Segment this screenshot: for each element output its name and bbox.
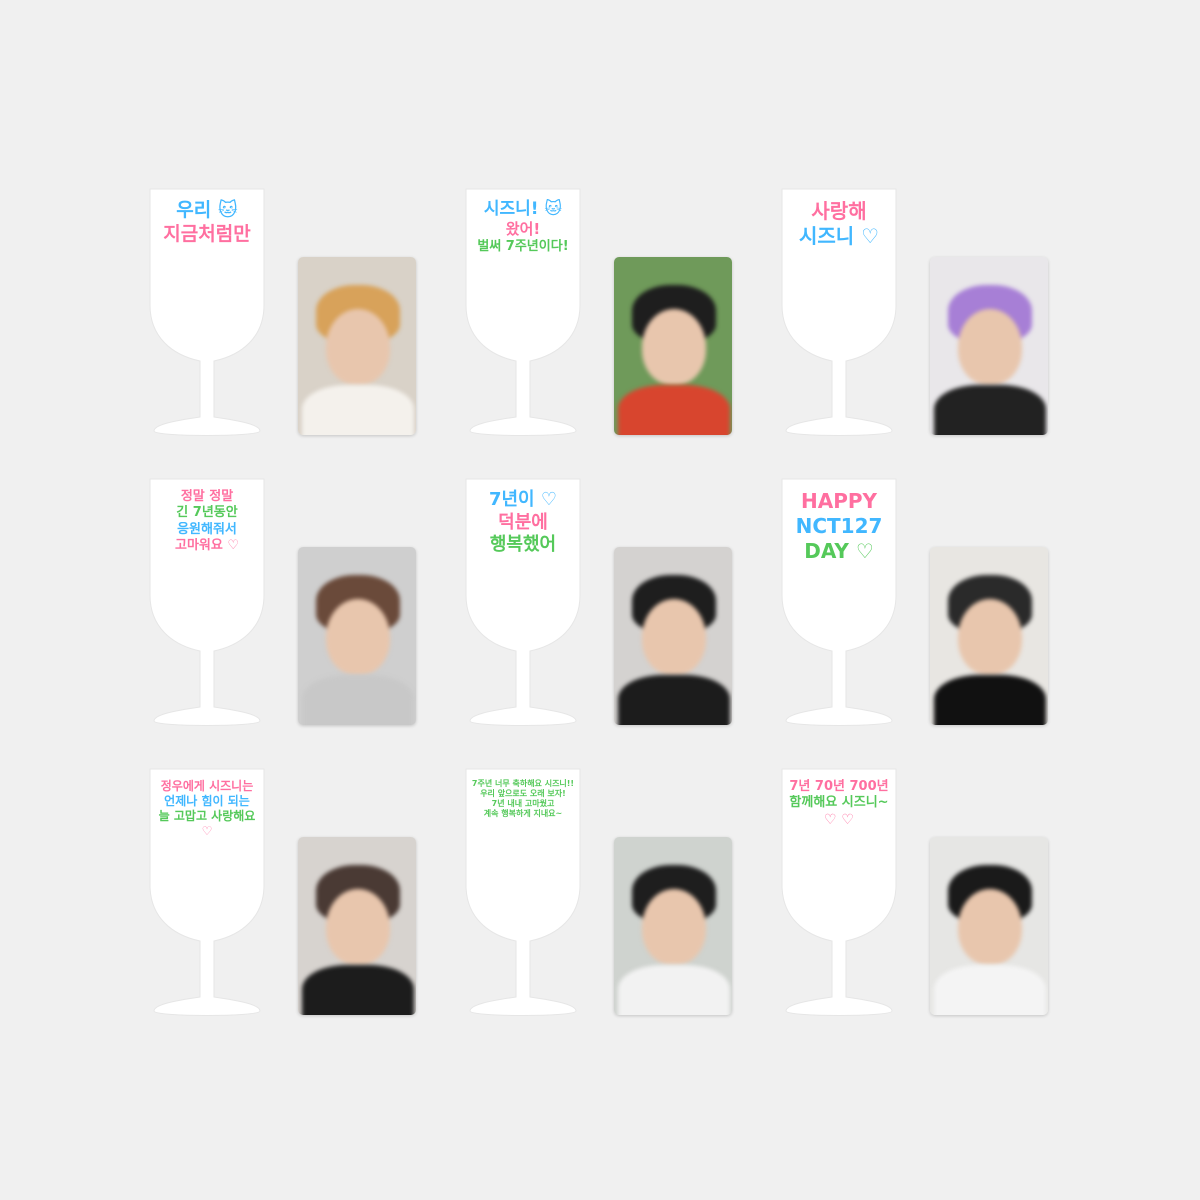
message-line: 우리 🐱 xyxy=(176,199,238,221)
glass-message: 사랑해 시즈니 ♡ xyxy=(778,199,900,249)
message-line: 왔어! xyxy=(505,220,541,239)
product-item-5[interactable]: 7년이 ♡ 덕분에 행복했어 xyxy=(458,475,798,735)
product-item-2[interactable]: 시즈니! 🐱 왔어! 벌써 7주년이다! xyxy=(458,185,798,445)
glass-message: 7년 70년 700년 함께해요 시즈니~ ♡ ♡ xyxy=(778,779,900,829)
product-item-9[interactable]: 7년 70년 700년 함께해요 시즈니~ ♡ ♡ xyxy=(774,765,1114,1025)
photocard[interactable] xyxy=(298,837,416,1015)
photocard[interactable] xyxy=(930,257,1048,435)
message-line: HAPPY xyxy=(800,489,877,513)
glass-message: 정말 정말 긴 7년동안 응원해줘서 고마워요 ♡ xyxy=(146,489,268,554)
message-line: 우리 앞으로도 오래 보자! xyxy=(480,789,566,798)
glass-message: 7주년 너무 축하해요 시즈니!! 우리 앞으로도 오래 보자! 7년 내내 고… xyxy=(462,779,584,819)
message-line: 응원해줘서 xyxy=(177,521,237,537)
message-line: 7년 내내 고마웠고 xyxy=(491,799,555,808)
message-line: 고마워요 ♡ xyxy=(174,537,240,553)
message-line: 함께해요 시즈니~ xyxy=(789,795,889,811)
message-line: 행복했어 xyxy=(489,534,557,555)
product-item-3[interactable]: 사랑해 시즈니 ♡ xyxy=(774,185,1114,445)
message-line: 시즈니 ♡ xyxy=(798,224,880,248)
photocard[interactable] xyxy=(930,547,1048,725)
photocard[interactable] xyxy=(298,547,416,725)
message-line: 정말 정말 xyxy=(180,489,234,504)
photocard[interactable] xyxy=(614,837,732,1015)
message-line: 정우에게 시즈니는 xyxy=(160,779,254,793)
wine-glass: 시즈니! 🐱 왔어! 벌써 7주년이다! xyxy=(458,185,588,445)
wine-glass: 정우에게 시즈니는 언제나 힘이 되는 늘 고맙고 사랑해요 ♡ xyxy=(142,765,272,1025)
wine-glass: 정말 정말 긴 7년동안 응원해줘서 고마워요 ♡ xyxy=(142,475,272,735)
message-line: 시즈니! 🐱 xyxy=(483,199,563,219)
glass-message: 우리 🐱 지금처럼만 xyxy=(146,199,268,247)
photocard[interactable] xyxy=(614,547,732,725)
wine-glass: 7년 70년 700년 함께해요 시즈니~ ♡ ♡ xyxy=(774,765,904,1025)
message-line: 늘 고맙고 사랑해요 xyxy=(158,809,256,823)
product-item-1[interactable]: 우리 🐱 지금처럼만 xyxy=(142,185,482,445)
message-line: 7주년 너무 축하해요 시즈니!! xyxy=(471,779,575,788)
message-line: NCT127 xyxy=(795,514,883,538)
product-item-7[interactable]: 정우에게 시즈니는 언제나 힘이 되는 늘 고맙고 사랑해요 ♡ xyxy=(142,765,482,1025)
glass-message: HAPPY NCT127 DAY ♡ xyxy=(778,489,900,564)
message-line: DAY ♡ xyxy=(804,539,874,563)
message-line: 언제나 힘이 되는 xyxy=(164,794,250,808)
wine-glass: 7주년 너무 축하해요 시즈니!! 우리 앞으로도 오래 보자! 7년 내내 고… xyxy=(458,765,588,1025)
message-line: ♡ xyxy=(201,824,213,838)
message-line: 덕분에 xyxy=(498,511,548,533)
message-line: 지금처럼만 xyxy=(163,222,251,245)
photocard[interactable] xyxy=(614,257,732,435)
photocard[interactable] xyxy=(298,257,416,435)
glass-message: 시즈니! 🐱 왔어! 벌써 7주년이다! xyxy=(462,199,584,255)
photocard[interactable] xyxy=(930,837,1048,1015)
wine-glass: HAPPY NCT127 DAY ♡ xyxy=(774,475,904,735)
message-line: 사랑해 xyxy=(811,199,867,223)
wine-glass: 사랑해 시즈니 ♡ xyxy=(774,185,904,445)
message-line: ♡ ♡ xyxy=(824,811,854,828)
message-line: 계속 행복하게 지내요~ xyxy=(483,809,563,818)
message-line: 긴 7년동안 xyxy=(176,505,238,521)
glass-message: 7년이 ♡ 덕분에 행복했어 xyxy=(462,489,584,557)
message-line: 벌써 7주년이다! xyxy=(477,239,569,254)
product-item-8[interactable]: 7주년 너무 축하해요 시즈니!! 우리 앞으로도 오래 보자! 7년 내내 고… xyxy=(458,765,798,1025)
product-item-6[interactable]: HAPPY NCT127 DAY ♡ xyxy=(774,475,1114,735)
wine-glass: 우리 🐱 지금처럼만 xyxy=(142,185,272,445)
product-item-4[interactable]: 정말 정말 긴 7년동안 응원해줘서 고마워요 ♡ xyxy=(142,475,482,735)
message-line: 7년이 ♡ xyxy=(488,489,558,510)
message-line: 7년 70년 700년 xyxy=(789,779,889,794)
wine-glass: 7년이 ♡ 덕분에 행복했어 xyxy=(458,475,588,735)
glass-message: 정우에게 시즈니는 언제나 힘이 되는 늘 고맙고 사랑해요 ♡ xyxy=(146,779,268,839)
